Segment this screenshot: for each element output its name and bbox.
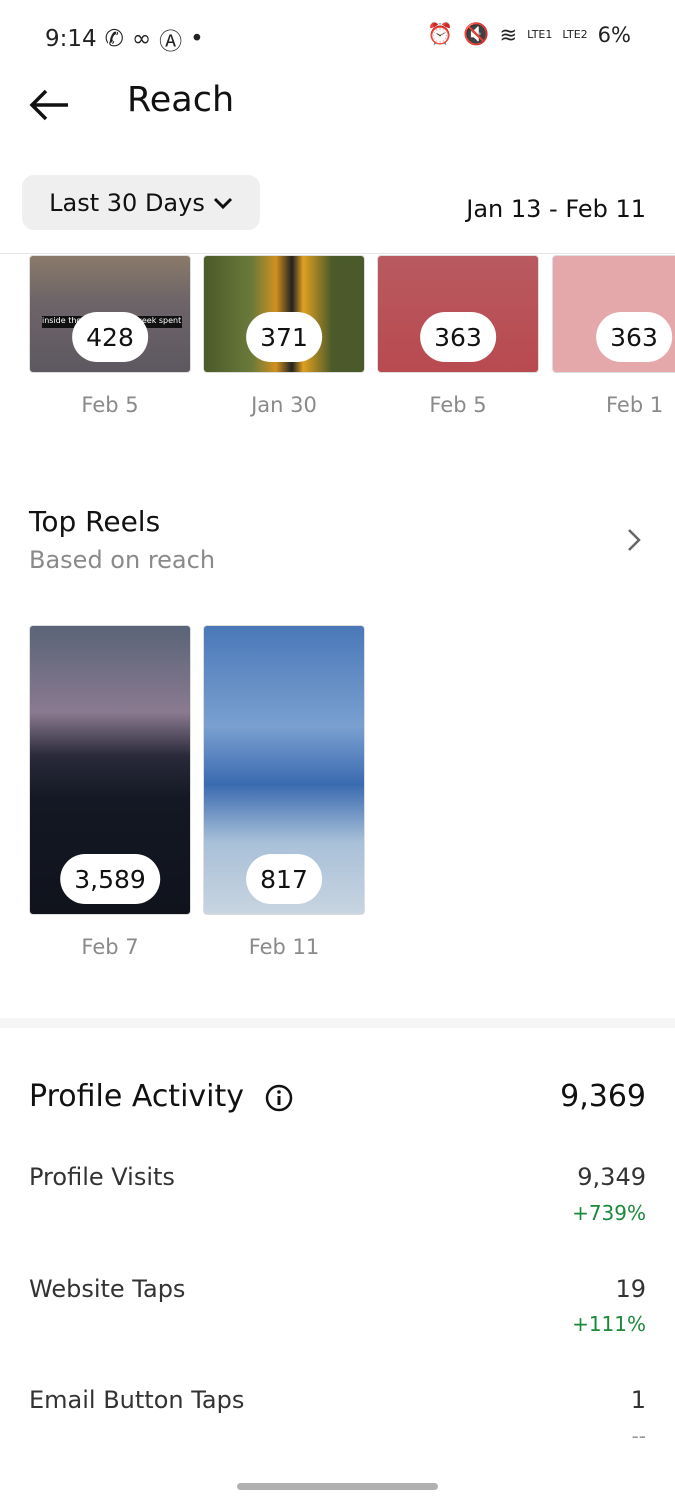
app-icon: Ⓐ xyxy=(159,29,183,55)
info-icon xyxy=(265,1084,293,1112)
mute-icon: 🔇 xyxy=(463,22,490,46)
metric-label: Website Taps xyxy=(29,1275,186,1303)
reach-badge: 371 xyxy=(246,312,322,362)
profile-activity-title: Profile Activity xyxy=(29,1079,245,1114)
dot-icon: • xyxy=(190,26,204,52)
metric-value: 19 xyxy=(615,1275,646,1303)
home-indicator[interactable] xyxy=(237,1483,438,1490)
reel-date: Feb 11 xyxy=(248,935,320,959)
top-reels-title: Top Reels xyxy=(29,505,161,538)
metric-change: +111% xyxy=(572,1312,646,1336)
top-reels-subtitle: Based on reach xyxy=(29,546,216,574)
whatsapp-icon: ✆ xyxy=(104,26,124,52)
post-thumbnail[interactable]: 371 xyxy=(203,255,365,373)
chevron-down-icon xyxy=(213,197,232,209)
section-separator xyxy=(0,1018,675,1028)
clock: 9:14 xyxy=(45,26,97,52)
reach-badge: 3,589 xyxy=(60,854,160,904)
post-date: Feb 5 xyxy=(429,393,487,417)
reach-badge: 363 xyxy=(420,312,496,362)
signal2-icon: LTE2 xyxy=(562,28,588,41)
metric-change: -- xyxy=(631,1424,646,1448)
signal1-icon: LTE1 xyxy=(527,28,553,41)
post-date: Jan 30 xyxy=(251,393,317,417)
reel-thumbnail[interactable]: 3,589 xyxy=(29,625,191,915)
arrow-left-icon xyxy=(29,89,68,121)
metric-value: 1 xyxy=(630,1386,646,1414)
info-button[interactable] xyxy=(265,1084,293,1116)
date-range: Jan 13 - Feb 11 xyxy=(466,195,646,223)
post-thumbnail[interactable]: 363 xyxy=(552,255,675,373)
back-button[interactable] xyxy=(28,84,70,130)
metric-change: +739% xyxy=(572,1201,646,1225)
reach-badge: 817 xyxy=(246,854,322,904)
post-date: Feb 5 xyxy=(81,393,139,417)
profile-activity-total: 9,369 xyxy=(560,1079,646,1114)
post-date: Feb 1 xyxy=(606,393,664,417)
battery-level: 6% xyxy=(597,22,631,47)
reel-date: Feb 7 xyxy=(81,935,139,959)
date-filter-label: Last 30 Days xyxy=(49,188,205,217)
status-bar-left: 9:14 ✆ ∞ Ⓐ • xyxy=(45,22,204,56)
post-thumbnail[interactable]: 363 xyxy=(377,255,539,373)
metric-value: 9,349 xyxy=(577,1163,646,1191)
reach-badge: 363 xyxy=(596,312,672,362)
post-thumbnail[interactable]: inside thoughts after a week spent in ho… xyxy=(29,255,191,373)
date-filter-dropdown[interactable]: Last 30 Days xyxy=(22,175,260,230)
status-bar-right: ⏰ 🔇 ≋ LTE1 LTE2 6% xyxy=(427,22,631,47)
top-reels-more-button[interactable] xyxy=(626,527,642,557)
page-title: Reach xyxy=(127,80,235,120)
chevron-right-icon xyxy=(628,529,641,551)
reach-badge: 428 xyxy=(72,312,148,362)
metric-label: Email Button Taps xyxy=(29,1386,245,1414)
metric-label: Profile Visits xyxy=(29,1163,175,1191)
divider xyxy=(0,253,675,254)
alarm-icon: ⏰ xyxy=(427,22,454,46)
infinity-icon: ∞ xyxy=(131,26,152,52)
wifi-icon: ≋ xyxy=(499,22,518,47)
reel-thumbnail[interactable]: 817 xyxy=(203,625,365,915)
